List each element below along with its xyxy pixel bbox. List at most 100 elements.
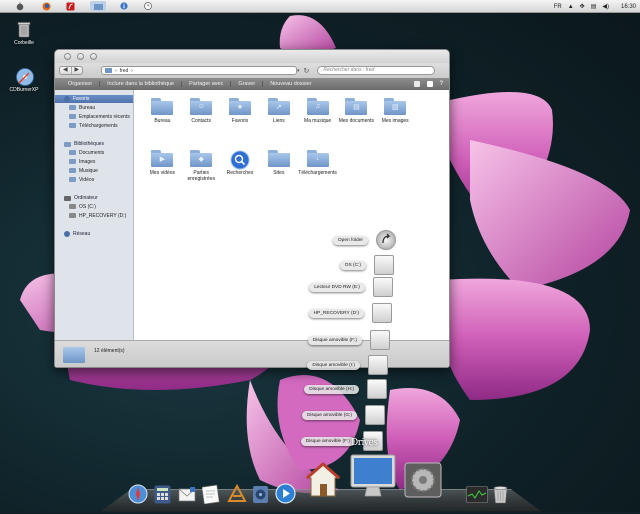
sidebar-item-drive-c[interactable]: OS (C:) <box>55 202 133 211</box>
back-arrow-icon[interactable]: ◀ <box>60 67 71 74</box>
folder-item[interactable]: ▶ Mes vidéos <box>143 150 182 202</box>
trash-icon[interactable] <box>492 484 509 504</box>
stack-item-label: HP_RECOVERY (D:) <box>308 309 364 318</box>
folder-item[interactable]: ▧ Mes images <box>376 98 415 150</box>
network-icon[interactable]: ▤ <box>591 3 597 10</box>
folder-label: Liens <box>272 118 285 124</box>
desktop-icon-recycle-bin[interactable]: Corbeille <box>2 20 46 46</box>
home-icon[interactable] <box>306 462 340 498</box>
stack-item[interactable]: Disque amovible (F:) <box>280 330 390 350</box>
quicktime-icon[interactable] <box>275 483 296 504</box>
textedit-icon[interactable] <box>202 484 221 504</box>
sidebar-item-recent-places[interactable]: Emplacements récents <box>55 112 133 121</box>
folder-item[interactable]: ◆ Parties enregistrées <box>182 150 221 202</box>
settings-icon[interactable]: ✥ <box>580 3 585 10</box>
sidebar-group-network: Réseau <box>55 230 133 238</box>
view-options-icon[interactable] <box>413 81 420 87</box>
sidebar-item-desktop[interactable]: Bureau <box>55 103 133 112</box>
stack-item-label: Disque amovible (G:) <box>301 411 357 420</box>
help-icon[interactable]: ? <box>440 81 443 87</box>
sidebar-item-videos[interactable]: Vidéos <box>55 175 133 184</box>
desktop-icon-cdburner[interactable]: CDBurnerXP <box>2 67 46 93</box>
computer-icon[interactable] <box>350 454 396 498</box>
sidebar-item-documents[interactable]: Documents <box>55 148 133 157</box>
drive-icon <box>374 255 394 275</box>
sidebar-item-favorites[interactable]: Favoris <box>55 95 133 103</box>
drive-icon <box>373 277 393 297</box>
folder-item[interactable]: ↗ Liens <box>259 98 298 150</box>
search-input[interactable]: Rechercher dans : fred <box>317 66 436 75</box>
close-button[interactable] <box>64 53 71 60</box>
firefox-icon[interactable] <box>40 1 52 11</box>
chevron-up-icon[interactable]: ▲ <box>568 4 574 10</box>
command-bar: Organiser Inclure dans la bibliothèque P… <box>55 78 449 90</box>
stack-item[interactable]: Disque amovible (H:) <box>277 379 387 399</box>
file-list: Bureau ☺ Contacts ★ Favoris ↗ Liens ♫ Ma musique… <box>135 90 449 340</box>
folder-icon[interactable] <box>90 1 106 11</box>
folder-item[interactable]: Bureau <box>143 98 182 150</box>
calculator-icon[interactable] <box>154 485 171 504</box>
stack-item[interactable]: Open folder <box>286 230 396 250</box>
sidebar-item-network[interactable]: Réseau <box>55 230 133 238</box>
include-in-library-button[interactable]: Inclure dans la bibliothèque <box>100 81 183 87</box>
refresh-icon[interactable]: ↻ <box>304 67 310 75</box>
sidebar-item-downloads[interactable]: Téléchargements <box>55 121 133 130</box>
sidebar-item-computer[interactable]: Ordinateur <box>55 194 133 202</box>
stack-item[interactable]: Lecteur DVD RW (E:) <box>283 277 393 297</box>
stack-item-label: Disque amovible (H:) <box>304 385 359 394</box>
desktop-icon-label: CDBurnerXP <box>9 87 39 93</box>
stack-item[interactable]: Disque amovible (I:) <box>278 355 388 375</box>
flash-icon[interactable] <box>64 1 76 11</box>
details-pane: 12 élément(s) <box>55 340 449 367</box>
folder-label: Ma musique <box>303 118 332 124</box>
burn-button[interactable]: Graver <box>231 81 264 87</box>
apple-icon[interactable] <box>14 1 26 11</box>
activity-icon[interactable] <box>466 486 488 503</box>
sidebar-item-libraries[interactable]: Bibliothèques <box>55 140 133 148</box>
folder-item[interactable]: Sites <box>259 150 298 202</box>
clock-icon[interactable] <box>142 1 154 11</box>
sidebar-item-drive-d[interactable]: HP_RECOVERY (D:) <box>55 211 133 220</box>
new-folder-button[interactable]: Nouveau dossier <box>263 81 318 87</box>
stack-item-label: Disque amovible (F:) <box>307 336 362 345</box>
info-icon[interactable] <box>118 1 130 11</box>
folder-item[interactable]: ☺ Contacts <box>182 98 221 150</box>
folder-label: Mes images <box>381 118 409 124</box>
forward-arrow-icon[interactable]: ▶ <box>70 67 83 74</box>
maximize-button[interactable] <box>90 53 97 60</box>
folder-item[interactable]: ▤ Mes documents <box>337 98 376 150</box>
volume-icon[interactable]: ◀) <box>602 3 609 10</box>
address-bar[interactable]: › fred › <box>101 66 297 75</box>
folder-item[interactable]: ♫ Ma musique <box>298 98 337 150</box>
sidebar-item-music[interactable]: Musique <box>55 166 133 175</box>
folder-icon <box>105 68 112 73</box>
system-prefs-icon[interactable] <box>404 462 442 498</box>
applications-icon[interactable] <box>227 484 247 504</box>
share-with-button[interactable]: Partager avec <box>182 81 232 87</box>
stack-item[interactable]: OS (C:) <box>284 255 394 275</box>
window-titlebar[interactable] <box>55 50 449 63</box>
folder-label: Mes vidéos <box>149 170 176 176</box>
folder-icon: ☺ <box>190 98 213 115</box>
mail-icon[interactable] <box>178 486 196 504</box>
downloads-icon <box>69 123 76 128</box>
folder-icon: ↗ <box>267 98 290 115</box>
sidebar-item-images[interactable]: Images <box>55 157 133 166</box>
folder-item[interactable]: ↓ Téléchargements <box>298 150 337 202</box>
dropdown-arrow-icon[interactable]: ▾ <box>297 68 300 74</box>
organize-button[interactable]: Organiser <box>61 81 101 87</box>
videos-icon <box>69 177 76 182</box>
stack-item[interactable]: HP_RECOVERY (D:) <box>282 303 392 323</box>
safari-icon[interactable] <box>128 484 148 504</box>
breadcrumb-path[interactable]: fred <box>120 68 129 74</box>
preview-pane-icon[interactable] <box>426 81 433 87</box>
folder-item[interactable]: ★ Favoris <box>221 98 260 150</box>
clock-time[interactable]: 16:30 <box>621 4 636 10</box>
folder-item[interactable]: Recherches <box>221 150 260 202</box>
itunes-icon[interactable] <box>252 485 269 504</box>
folder-icon: ◆ <box>190 150 213 167</box>
folder-label: Contacts <box>191 118 212 124</box>
language-indicator[interactable]: FR <box>554 4 562 10</box>
minimize-button[interactable] <box>77 53 84 60</box>
stack-item[interactable]: Disque amovible (G:) <box>275 405 385 425</box>
